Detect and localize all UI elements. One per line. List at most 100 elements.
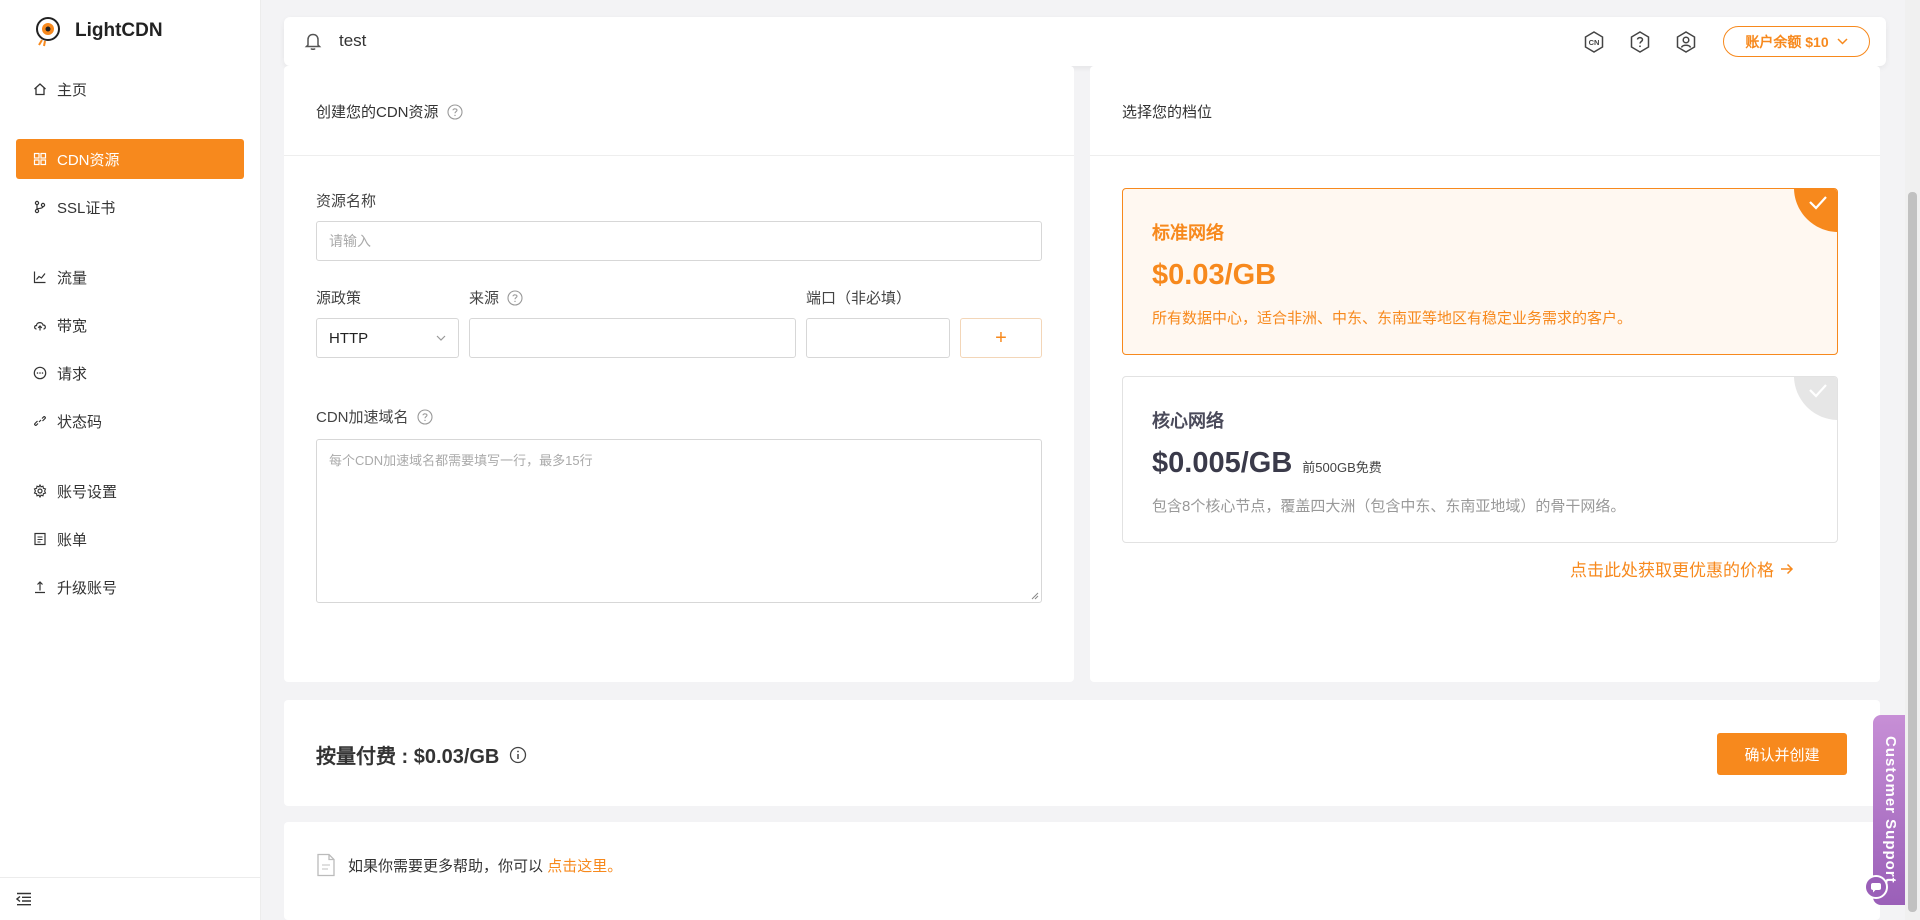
plan-description: 所有数据中心，适合非洲、中东、东南亚等地区有稳定业务需求的客户。 bbox=[1152, 310, 1633, 327]
logo[interactable]: LightCDN bbox=[33, 15, 163, 47]
plan-price-text: $0.03/GB bbox=[1152, 259, 1277, 291]
origin-input[interactable] bbox=[469, 318, 796, 358]
resize-handle-icon[interactable] bbox=[1031, 592, 1039, 600]
resource-name-label: 资源名称 bbox=[316, 193, 377, 210]
help-link[interactable]: 点击这里。 bbox=[547, 858, 622, 875]
sidebar-item-label: 账单 bbox=[57, 531, 88, 549]
help-icon[interactable] bbox=[1627, 29, 1653, 55]
sidebar-item-upgrade[interactable]: 升级账号 bbox=[16, 567, 244, 607]
origin-label: 来源 bbox=[469, 287, 523, 308]
collapse-sidebar-button[interactable] bbox=[0, 877, 261, 920]
origin-label-text: 来源 bbox=[469, 290, 500, 307]
port-input[interactable] bbox=[806, 318, 950, 358]
check-unselected-icon bbox=[1794, 377, 1837, 420]
promo-price-link[interactable]: 点击此处获取更优惠的价格 bbox=[1570, 556, 1794, 581]
plan-price-text: $0.005/GB bbox=[1152, 447, 1293, 479]
balance-label: 账户余额 $10 bbox=[1745, 33, 1829, 50]
origin-policy-label: 源政策 bbox=[316, 290, 362, 307]
sidebar: LightCDN 主页 CDN资源 SSL证书 流量 带宽 请求 状态码 账号设… bbox=[0, 0, 261, 920]
sidebar-item-account-settings[interactable]: 账号设置 bbox=[16, 471, 244, 511]
cdn-domain-label-text: CDN加速域名 bbox=[316, 409, 409, 426]
chat-bubble-icon[interactable] bbox=[1864, 875, 1888, 899]
bell-icon[interactable] bbox=[304, 31, 322, 55]
plan-core-card[interactable]: 核心网络 $0.005/GB 前500GB免费 包含8个核心节点，覆盖四大洲（包… bbox=[1122, 376, 1838, 543]
cdn-domain-label: CDN加速域名 bbox=[316, 406, 433, 427]
payment-summary-text: 按量付费 : $0.03/GB bbox=[316, 746, 500, 768]
sidebar-item-label: 流量 bbox=[57, 269, 88, 287]
scrollbar-thumb[interactable] bbox=[1908, 192, 1917, 912]
sidebar-item-label: 主页 bbox=[57, 81, 88, 99]
page-scrollbar[interactable] bbox=[1905, 0, 1920, 920]
sidebar-item-label: 账号设置 bbox=[57, 483, 118, 501]
home-icon bbox=[33, 82, 47, 96]
plan-name: 核心网络 bbox=[1152, 411, 1224, 431]
message-icon bbox=[33, 366, 47, 380]
cdn-domain-textarea[interactable]: 每个CDN加速域名都需要填写一行，最多15行 bbox=[316, 439, 1042, 603]
link-icon bbox=[33, 414, 47, 428]
username: test bbox=[339, 31, 367, 50]
check-selected-icon bbox=[1794, 189, 1837, 232]
chevron-down-icon bbox=[1837, 38, 1848, 45]
resource-name-input[interactable]: 请输入 bbox=[316, 221, 1042, 261]
help-row: 如果你需要更多帮助，你可以 点击这里。 bbox=[316, 853, 622, 877]
sidebar-item-requests[interactable]: 请求 bbox=[16, 353, 244, 393]
lightcdn-logo-icon bbox=[36, 17, 60, 47]
chevron-down-icon bbox=[436, 335, 446, 341]
help-text-body: 如果你需要更多帮助，你可以 bbox=[348, 857, 544, 875]
origin-policy-select[interactable]: HTTP bbox=[316, 318, 459, 358]
svg-text:CN: CN bbox=[1589, 38, 1600, 47]
payment-summary: 按量付费 : $0.03/GB bbox=[316, 740, 527, 769]
line-chart-icon bbox=[33, 270, 47, 284]
confirm-create-button[interactable]: 确认并创建 bbox=[1717, 733, 1847, 775]
add-origin-button[interactable]: + bbox=[960, 318, 1042, 358]
menu-collapse-icon bbox=[16, 892, 31, 906]
question-circle-icon[interactable] bbox=[446, 103, 463, 120]
sidebar-item-status-codes[interactable]: 状态码 bbox=[16, 401, 244, 441]
panel-divider bbox=[1090, 155, 1880, 156]
help-text: 如果你需要更多帮助，你可以 点击这里。 bbox=[348, 855, 622, 876]
payment-bar: 按量付费 : $0.03/GB 确认并创建 bbox=[284, 700, 1880, 806]
resource-name-placeholder: 请输入 bbox=[329, 233, 371, 249]
plan-price: $0.03/GB bbox=[1152, 259, 1276, 292]
origin-policy-value: HTTP bbox=[329, 329, 369, 347]
cloud-icon bbox=[33, 318, 47, 332]
question-circle-icon[interactable] bbox=[507, 289, 523, 306]
sidebar-item-billing[interactable]: 账单 bbox=[16, 519, 244, 559]
plan-price-note: 前500GB免费 bbox=[1302, 460, 1382, 475]
user-account-icon[interactable] bbox=[1673, 29, 1699, 55]
sidebar-item-ssl[interactable]: SSL证书 bbox=[16, 187, 244, 227]
account-balance-button[interactable]: 账户余额 $10 bbox=[1723, 26, 1870, 57]
sidebar-item-home[interactable]: 主页 bbox=[16, 69, 244, 109]
help-bar: 如果你需要更多帮助，你可以 点击这里。 bbox=[284, 822, 1880, 920]
plan-standard-card[interactable]: 标准网络 $0.03/GB 所有数据中心，适合非洲、中东、东南亚等地区有稳定业务… bbox=[1122, 188, 1838, 355]
sidebar-item-cdn[interactable]: CDN资源 bbox=[16, 139, 244, 179]
plan-panel: 选择您的档位 标准网络 $0.03/GB 所有数据中心，适合非洲、中东、东南亚等… bbox=[1090, 66, 1880, 682]
sidebar-item-traffic[interactable]: 流量 bbox=[16, 257, 244, 297]
plus-icon: + bbox=[995, 326, 1007, 349]
sidebar-item-label: 状态码 bbox=[57, 413, 103, 431]
sidebar-item-bandwidth[interactable]: 带宽 bbox=[16, 305, 244, 345]
language-cn-icon[interactable]: CN bbox=[1581, 29, 1607, 55]
plan-price: $0.005/GB 前500GB免费 bbox=[1152, 447, 1382, 480]
sidebar-item-label: 带宽 bbox=[57, 317, 88, 335]
document-icon bbox=[317, 853, 335, 877]
brand-name: LightCDN bbox=[75, 20, 163, 41]
create-resource-panel: 创建您的CDN资源 资源名称 请输入 源政策 来源 端口（非必填） HTTP +… bbox=[284, 66, 1074, 682]
create-resource-title: 创建您的CDN资源 bbox=[316, 101, 463, 122]
create-resource-title-text: 创建您的CDN资源 bbox=[316, 104, 439, 121]
plan-name: 标准网络 bbox=[1152, 223, 1224, 243]
arrow-right-icon bbox=[1781, 563, 1794, 574]
sidebar-item-label: CDN资源 bbox=[57, 151, 120, 169]
sidebar-item-label: SSL证书 bbox=[57, 199, 116, 217]
question-circle-icon[interactable] bbox=[416, 408, 433, 425]
branch-icon bbox=[33, 200, 47, 214]
sidebar-item-label: 请求 bbox=[57, 365, 88, 383]
upgrade-icon bbox=[33, 580, 47, 594]
info-icon[interactable] bbox=[509, 746, 527, 764]
top-header: test CN 账户余额 $10 bbox=[284, 17, 1886, 66]
gear-icon bbox=[33, 484, 47, 498]
panel-divider bbox=[284, 155, 1074, 156]
port-label: 端口（非必填） bbox=[806, 290, 912, 307]
receipt-icon bbox=[33, 532, 47, 546]
sidebar-item-label: 升级账号 bbox=[57, 579, 118, 597]
